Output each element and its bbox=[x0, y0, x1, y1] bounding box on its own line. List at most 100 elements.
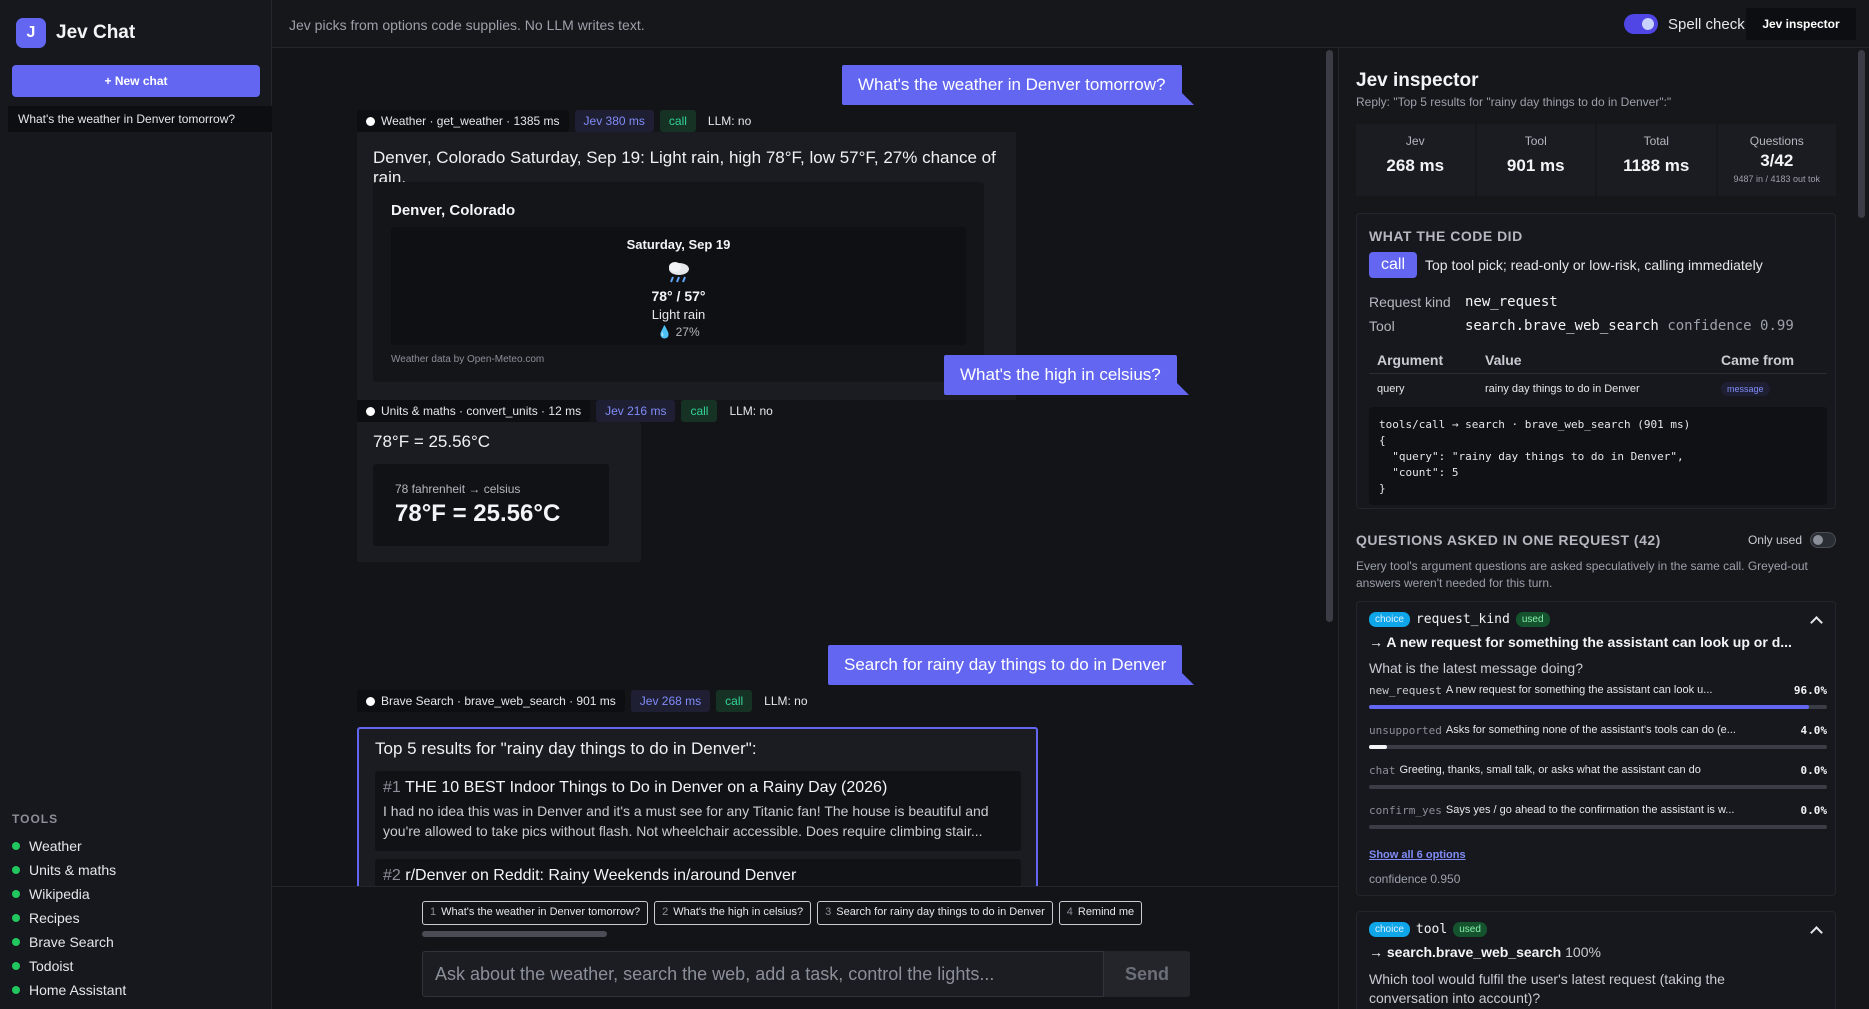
option-key: chat bbox=[1369, 764, 1396, 777]
stat-tool: Tool 901 ms bbox=[1476, 124, 1595, 196]
decision-chip: call bbox=[659, 110, 696, 132]
show-all-options-link[interactable]: Show all 6 options bbox=[1369, 849, 1466, 861]
tool-item-weather: Weather bbox=[12, 834, 126, 858]
suggestion-chip[interactable]: 2 What's the high in celsius? bbox=[654, 901, 812, 925]
tool-item-recipes: Recipes bbox=[12, 906, 126, 930]
llm-flag: LLM: no bbox=[729, 404, 773, 418]
inspector-reply: Reply: "Top 5 results for "rainy day thi… bbox=[1356, 95, 1672, 109]
col-value: Value bbox=[1485, 351, 1522, 368]
reply-meta: Units & maths · convert_units · 12 ms Je… bbox=[357, 400, 779, 422]
request-kind-row: Request kind new_request bbox=[1369, 294, 1558, 310]
suggestion-text: Search for rainy day things to do in Den… bbox=[836, 906, 1045, 918]
result-title-text[interactable]: THE 10 BEST Indoor Things to Do in Denve… bbox=[405, 779, 887, 796]
tool-label: Weather bbox=[29, 838, 82, 854]
suggestion-row: 1 What's the weather in Denver tomorrow? 2… bbox=[422, 901, 1195, 927]
used-badge: used bbox=[1515, 612, 1550, 627]
used-badge: used bbox=[1453, 922, 1487, 937]
tool-dot-icon bbox=[366, 116, 375, 126]
stat-label: Jev bbox=[1405, 134, 1425, 148]
option-bar-fill bbox=[1369, 705, 1809, 709]
option-row: chat Greeting, thanks, small talk, or ask… bbox=[1369, 764, 1827, 789]
question-answer: → search.brave_web_search bbox=[1369, 944, 1562, 960]
stat-questions: Questions 3/42 9487 in / 4183 out tok bbox=[1717, 124, 1836, 196]
question-type-badge: choice bbox=[1369, 922, 1410, 937]
spell-check-control[interactable]: Spell check bbox=[1624, 14, 1745, 34]
result-title[interactable]: #1 THE 10 BEST Indoor Things to Do in De… bbox=[383, 779, 1013, 797]
tool-chip: Units & maths · convert_units · 12 ms bbox=[357, 400, 591, 422]
call-badge: call bbox=[1369, 252, 1418, 278]
question-card-header: choice tool used bbox=[1369, 922, 1487, 937]
suggestion-chip[interactable]: 3 Search for rainy day things to do in De… bbox=[817, 901, 1053, 925]
reply-meta: Brave Search · brave_web_search · 901 ms… bbox=[357, 690, 814, 712]
result-title[interactable]: #2 r/Denver on Reddit: Rainy Weekends in… bbox=[383, 867, 1013, 885]
arguments-header: Argument Value Came from bbox=[1369, 346, 1827, 374]
chat-area: What's the weather in Denver tomorrow? W… bbox=[272, 48, 1338, 886]
search-result[interactable]: #2 r/Denver on Reddit: Rainy Weekends in… bbox=[375, 859, 1021, 886]
inspector-scrollbar[interactable] bbox=[1858, 50, 1865, 218]
question-confidence: confidence 0.950 bbox=[1369, 872, 1461, 886]
stat-label: Total bbox=[1643, 134, 1669, 148]
search-result[interactable]: #1 THE 10 BEST Indoor Things to Do in De… bbox=[375, 771, 1021, 851]
tool-item-todoist: Todoist bbox=[12, 954, 126, 978]
tool-chip: Weather · get_weather · 1385 ms bbox=[357, 110, 569, 132]
option-pct: 0.0% bbox=[1800, 804, 1828, 817]
stat-value: 268 ms bbox=[1386, 156, 1445, 175]
brand: J Jev Chat bbox=[16, 18, 135, 48]
result-snippet: I had no idea this was in Denver and it'… bbox=[383, 803, 989, 839]
question-answer-pct: 100% bbox=[1565, 944, 1601, 960]
user-message: Search for rainy day things to do in Den… bbox=[828, 645, 1195, 685]
tool-dot-icon bbox=[366, 406, 375, 416]
argument-row: query rainy day things to do in Denver m… bbox=[1369, 374, 1827, 404]
spell-check-label: Spell check bbox=[1668, 15, 1745, 33]
only-used-toggle[interactable] bbox=[1810, 532, 1836, 548]
stat-total: Total 1188 ms bbox=[1597, 124, 1716, 196]
only-used-control[interactable]: Only used bbox=[1748, 532, 1836, 548]
question-card: choice tool used → search.brave_web_sear… bbox=[1356, 911, 1836, 1009]
app-logo: J bbox=[16, 18, 46, 48]
chevron-up-icon[interactable] bbox=[1810, 926, 1823, 939]
option-row: new_request A new request for something t… bbox=[1369, 684, 1827, 709]
assistant-reply: Denver, Colorado Saturday, Sep 19: Light… bbox=[357, 132, 1016, 400]
reply-meta: Weather · get_weather · 1385 ms Jev 380 … bbox=[357, 110, 757, 132]
app-name: Jev Chat bbox=[56, 22, 136, 43]
chevron-up-icon[interactable] bbox=[1810, 616, 1823, 629]
option-bar bbox=[1369, 745, 1827, 749]
suggestion-number: 3 bbox=[825, 906, 832, 918]
jev-inspector-button[interactable]: Jev inspector bbox=[1746, 8, 1856, 40]
message-input[interactable] bbox=[422, 951, 1104, 997]
jev-time-chip: Jev 216 ms bbox=[596, 400, 676, 422]
spell-check-toggle[interactable] bbox=[1624, 14, 1658, 34]
question-text: What is the latest message doing? bbox=[1369, 660, 1584, 676]
suggestion-scrollbar[interactable] bbox=[422, 931, 607, 937]
result-title-text[interactable]: r/Denver on Reddit: Rainy Weekends in/ar… bbox=[405, 867, 796, 884]
option-key: unsupported bbox=[1369, 724, 1442, 737]
arg-source-badge: message bbox=[1721, 382, 1770, 396]
tool-label: Recipes bbox=[29, 910, 80, 926]
forecast-desc: Light rain bbox=[651, 307, 706, 322]
decision-line: call Top tool pick; read-only or low-ris… bbox=[1369, 252, 1763, 278]
question-answer: → A new request for something the assist… bbox=[1369, 634, 1792, 650]
llm-flag: LLM: no bbox=[764, 694, 808, 708]
tool-label: Units & maths bbox=[29, 862, 117, 878]
tool-item-wikipedia: Wikipedia bbox=[12, 882, 126, 906]
chat-history-item[interactable]: What's the weather in Denver tomorrow? bbox=[8, 106, 272, 132]
col-argument: Argument bbox=[1377, 351, 1444, 368]
suggestion-number: 2 bbox=[662, 906, 669, 918]
section-title: WHAT THE CODE DID bbox=[1369, 228, 1523, 244]
send-button[interactable]: Send bbox=[1104, 951, 1190, 997]
status-dot-icon bbox=[12, 866, 20, 874]
rain-cloud-icon bbox=[666, 260, 692, 284]
forecast-day: Saturday, Sep 19 78° / 57° Light rain 💧 … bbox=[391, 227, 966, 345]
chat-scrollbar[interactable] bbox=[1326, 50, 1333, 622]
suggestion-chip[interactable]: 4 Remind me bbox=[1058, 901, 1143, 925]
suggestion-chip[interactable]: 1 What's the weather in Denver tomorrow? bbox=[422, 901, 649, 925]
suggestion-text: What's the weather in Denver tomorrow? bbox=[441, 906, 641, 918]
stat-label: Questions bbox=[1749, 134, 1804, 148]
assistant-reply-selected[interactable]: Top 5 results for "rainy day things to d… bbox=[357, 727, 1038, 886]
option-line: chat Greeting, thanks, small talk, or ask… bbox=[1369, 764, 1827, 777]
tool-item-brave-search: Brave Search bbox=[12, 930, 126, 954]
stat-value: 901 ms bbox=[1506, 156, 1565, 175]
new-chat-button[interactable]: + New chat bbox=[12, 65, 260, 97]
option-desc: A new request for something the assistan… bbox=[1445, 684, 1713, 696]
option-pct: 4.0% bbox=[1800, 724, 1828, 737]
